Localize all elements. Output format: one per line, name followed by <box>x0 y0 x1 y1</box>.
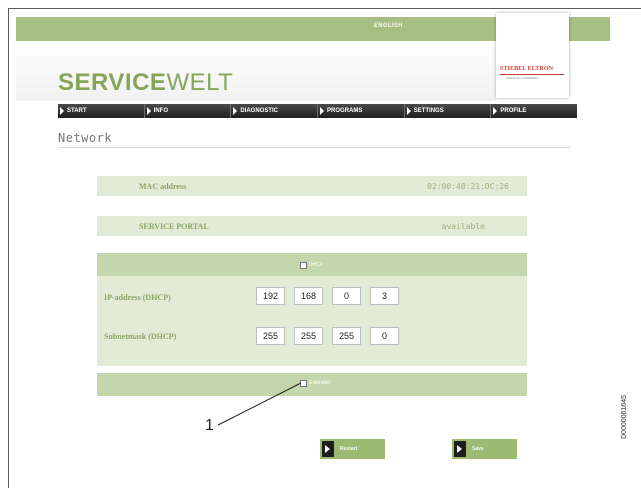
figure-code: D0000061645 <box>621 395 628 439</box>
callout-leader-line <box>217 382 302 426</box>
save-button[interactable]: Save <box>452 439 517 459</box>
callout-number: 1 <box>205 417 214 434</box>
restart-button[interactable]: Restart <box>320 439 385 459</box>
